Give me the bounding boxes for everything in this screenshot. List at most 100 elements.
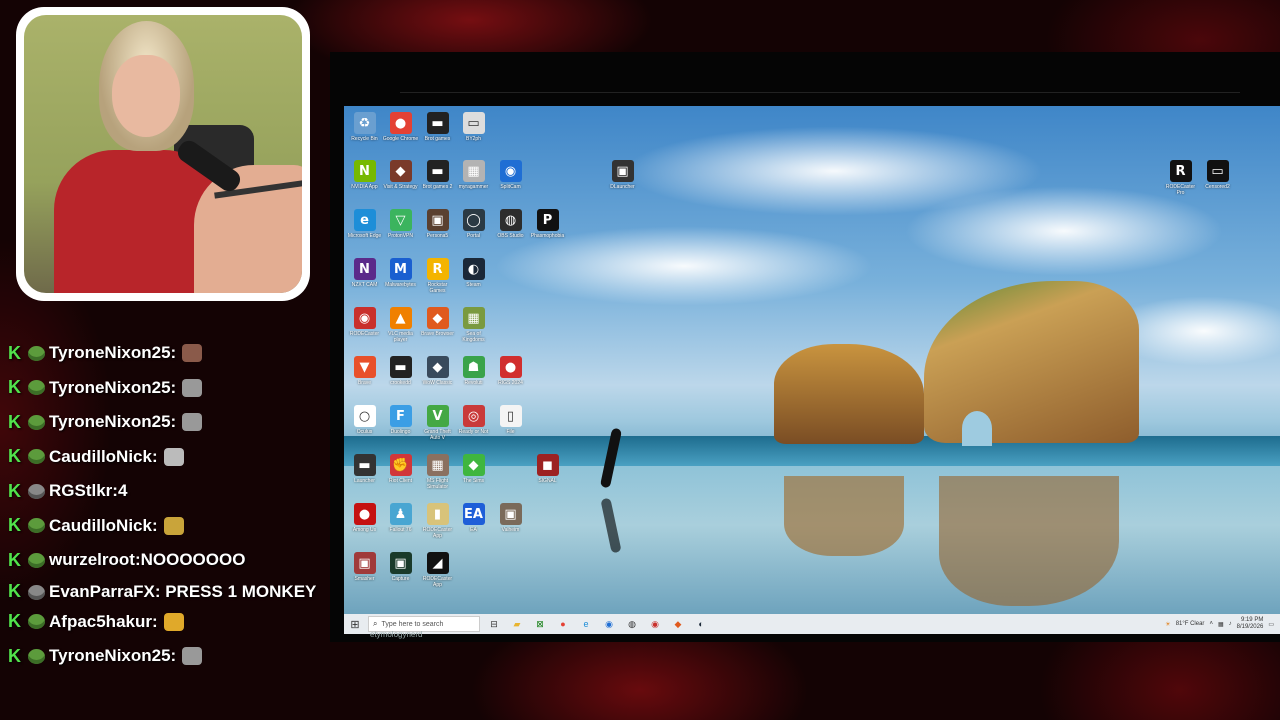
desktop-icon[interactable]: ▦ MS Flight Simulator: [419, 454, 456, 490]
desktop-icon[interactable]: ♟ Fallout 76: [382, 503, 419, 539]
desktop-icon[interactable]: ▣ DLauncher: [604, 160, 641, 196]
desktop-icon[interactable]: R RODECaster Pro: [1162, 160, 1199, 196]
desktop-icon[interactable]: ▮ RODECaster App: [419, 503, 456, 539]
steam-icon[interactable]: ◐: [692, 617, 710, 631]
desktop-icon[interactable]: V Grand Theft Auto V: [419, 405, 456, 441]
app-icon: ▣: [426, 209, 449, 231]
desktop-icon-label: The Sims: [462, 478, 485, 484]
desktop-icon[interactable]: ○ Oculus: [346, 405, 383, 441]
obs-icon[interactable]: ◍: [623, 617, 641, 631]
app-icon: N: [353, 258, 376, 280]
desktop-icon-label: Revoluti: [464, 380, 483, 386]
desktop-icon-label: RODECaster Pro: [1165, 184, 1196, 196]
desktop-icon[interactable]: ▬ crookedd: [382, 356, 419, 392]
desktop-icon[interactable]: ▬ Launcher: [346, 454, 383, 490]
sea-stack-rock: [774, 344, 924, 444]
chat-username[interactable]: CaudilloNick:: [49, 516, 158, 536]
network-icon[interactable]: ▦: [1218, 621, 1224, 628]
desktop-icon[interactable]: ◍ OBS Studio: [492, 209, 529, 245]
desktop-icon[interactable]: ▬ Brot games 2: [419, 160, 456, 196]
volume-icon[interactable]: ♪: [1229, 621, 1232, 627]
desktop-icon[interactable]: ▼ Brave: [346, 356, 383, 392]
desktop-icon-label: RIGS 2024: [498, 380, 523, 386]
chat-username[interactable]: TyroneNixon25:: [49, 343, 176, 363]
clock[interactable]: 9:19 PM 8/19/2026: [1237, 617, 1264, 631]
chat-username[interactable]: wurzelroot:: [49, 550, 141, 570]
app-icon: N: [353, 160, 376, 182]
chrome-icon[interactable]: ●: [554, 617, 572, 631]
desktop-icon[interactable]: ● RIGS 2024: [492, 356, 529, 392]
desktop-icon[interactable]: ◎ Ready or Not: [455, 405, 492, 441]
task-view-icon[interactable]: ⊟: [485, 617, 503, 631]
desktop-icon[interactable]: ● Among Us: [346, 503, 383, 539]
desktop-icon[interactable]: ▬ Brot games: [419, 112, 456, 148]
rodecaster-icon[interactable]: ◉: [646, 617, 664, 631]
desktop-icon[interactable]: ♻ Recycle Bin: [346, 112, 383, 148]
desktop-icon[interactable]: ▣ Smasher: [346, 552, 383, 588]
start-button[interactable]: ⊞: [344, 614, 366, 634]
desktop-icon[interactable]: ◐ Steam: [455, 258, 492, 294]
app-icon: ◆: [462, 454, 485, 476]
desktop-icon[interactable]: ● Google Chrome: [382, 112, 419, 148]
desktop-icon-label: File: [506, 429, 515, 435]
weather-text[interactable]: 81°F Clear: [1176, 621, 1205, 627]
desktop-icon-label: Oculus: [356, 429, 373, 435]
xbox-icon[interactable]: ⊠: [531, 617, 549, 631]
desktop-icon[interactable]: N NVIDIA App: [346, 160, 383, 196]
desktop-icon[interactable]: ▭ BY2ph: [455, 112, 492, 148]
chat-username[interactable]: TyroneNixon25:: [49, 646, 176, 666]
desktop-icon[interactable]: N NZXT CAM: [346, 258, 383, 294]
chat-username[interactable]: TyroneNixon25:: [49, 378, 176, 398]
desktop-icon[interactable]: ◆ Brave Browser: [419, 307, 456, 343]
chat-text: NOOOOOOO: [140, 550, 246, 570]
desktop-icon[interactable]: ▽ ProtonVPN: [382, 209, 419, 245]
desktop-icon[interactable]: EA EA: [455, 503, 492, 539]
kick-badge-icon: K: [8, 580, 21, 601]
desktop-icon-label: Capture: [391, 576, 410, 582]
desktop-icon[interactable]: M Malwarebytes: [382, 258, 419, 294]
desktop-icon[interactable]: ▯ File: [492, 405, 529, 441]
desktop-icon[interactable]: ◆ Visit & Strategy: [382, 160, 419, 196]
desktop-icon[interactable]: ◉ RODECaster: [346, 307, 383, 343]
desktop-icon[interactable]: ▭ Censored2: [1199, 160, 1236, 196]
chat-text: 4: [117, 481, 128, 501]
desktop-icon[interactable]: F Duolingo: [382, 405, 419, 441]
desktop-icon[interactable]: ◉ SplitCam: [492, 160, 529, 196]
brave-icon[interactable]: ◆: [669, 617, 687, 631]
app-icon: ▬: [426, 160, 449, 182]
desktop-icon[interactable]: R Rockstar Games: [419, 258, 456, 294]
edge-icon[interactable]: e: [577, 617, 595, 631]
desktop-icon[interactable]: ◆ The Sims: [455, 454, 492, 490]
app-icon: ▭: [1206, 160, 1229, 182]
desktop-icon[interactable]: P Phasmophobia: [529, 209, 566, 245]
chat-username[interactable]: CaudilloNick:: [49, 447, 158, 467]
desktop-icon[interactable]: ▲ VLC media player: [382, 307, 419, 343]
desktop-icon[interactable]: ▣ Valheim: [492, 503, 529, 539]
desktop-icon[interactable]: ✊ Riot Client: [382, 454, 419, 490]
kick-badge-icon: K: [8, 377, 21, 398]
chat-username[interactable]: TyroneNixon25:: [49, 412, 176, 432]
desktop-icon[interactable]: ▦ myragammer: [455, 160, 492, 196]
desktop-icon[interactable]: ▣ Persona5: [419, 209, 456, 245]
chat-username[interactable]: Afpac5hakur:: [49, 612, 158, 632]
desktop-icon[interactable]: ▣ Capture: [382, 552, 419, 588]
desktop-icon[interactable]: ▦ Sea of Kingdoms: [455, 307, 492, 343]
file-explorer-icon[interactable]: ▰: [508, 617, 526, 631]
webcam-feed: [24, 15, 302, 293]
desktop-icon[interactable]: ☗ Revoluti: [455, 356, 492, 392]
desktop-icon[interactable]: e Microsoft Edge: [346, 209, 383, 245]
chat-username[interactable]: EvanParraFX:: [49, 582, 161, 601]
user-badge-icon: [28, 552, 45, 568]
chat-username[interactable]: RGStlkr:: [49, 481, 118, 501]
app-icon: ◉: [353, 307, 376, 329]
app-icon: ◆: [426, 307, 449, 329]
desktop-icon[interactable]: ◆ WoW Classic: [419, 356, 456, 392]
notifications-icon[interactable]: ▭: [1268, 621, 1274, 628]
tray-chevron-icon[interactable]: ˄: [1209, 621, 1213, 627]
desktop-icon[interactable]: ◼ SIGNAL: [529, 454, 566, 490]
user-badge-icon: [28, 414, 45, 430]
desktop-icon-label: Fallout 76: [389, 527, 412, 533]
desktop-icon[interactable]: ◢ RODECaster App: [419, 552, 456, 588]
splitcam-icon[interactable]: ◉: [600, 617, 618, 631]
desktop-icon[interactable]: ◯ Portal: [455, 209, 492, 245]
